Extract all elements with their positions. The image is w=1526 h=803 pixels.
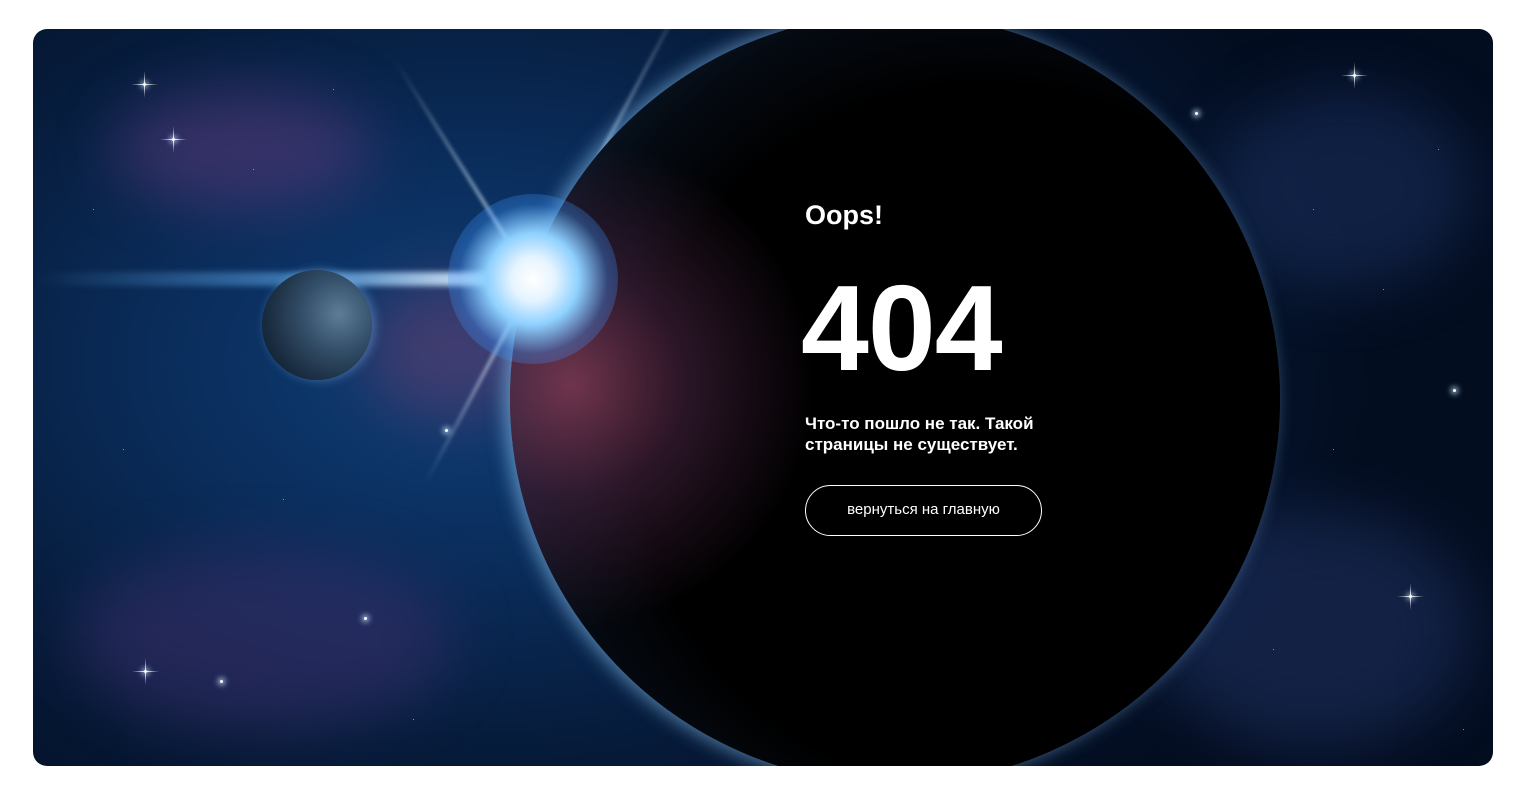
star-dust <box>333 89 334 90</box>
star <box>132 658 159 685</box>
star-dust <box>253 169 254 170</box>
space-background: Oops! 404 Что-то пошло не так. Такой стр… <box>33 29 1493 766</box>
star <box>1453 389 1456 392</box>
star <box>131 71 158 98</box>
nebula-cloud <box>73 549 453 729</box>
star-dust <box>1273 649 1274 650</box>
star-dust <box>1383 289 1384 290</box>
star-dust <box>1463 729 1464 730</box>
star-dust <box>93 209 94 210</box>
moon-illustration <box>262 270 372 380</box>
star-dust <box>413 719 414 720</box>
star <box>445 429 448 432</box>
star-dust <box>1333 449 1334 450</box>
star-dust <box>1438 149 1439 150</box>
star <box>1397 583 1424 610</box>
star <box>160 126 187 153</box>
star-dust <box>1313 209 1314 210</box>
error-content: Oops! 404 Что-то пошло не так. Такой стр… <box>801 199 1125 536</box>
star <box>1341 62 1368 89</box>
star-dust <box>123 449 124 450</box>
star <box>364 617 367 620</box>
star-dust <box>283 499 284 500</box>
error-code: 404 <box>801 260 1003 396</box>
back-to-home-button[interactable]: вернуться на главную <box>805 485 1042 536</box>
sun-flare <box>448 194 618 364</box>
star <box>220 680 223 683</box>
nebula-cloud <box>113 89 373 209</box>
star <box>1195 112 1198 115</box>
oops-heading: Oops! <box>805 200 883 230</box>
error-message: Что-то пошло не так. Такой страницы не с… <box>805 414 1034 454</box>
